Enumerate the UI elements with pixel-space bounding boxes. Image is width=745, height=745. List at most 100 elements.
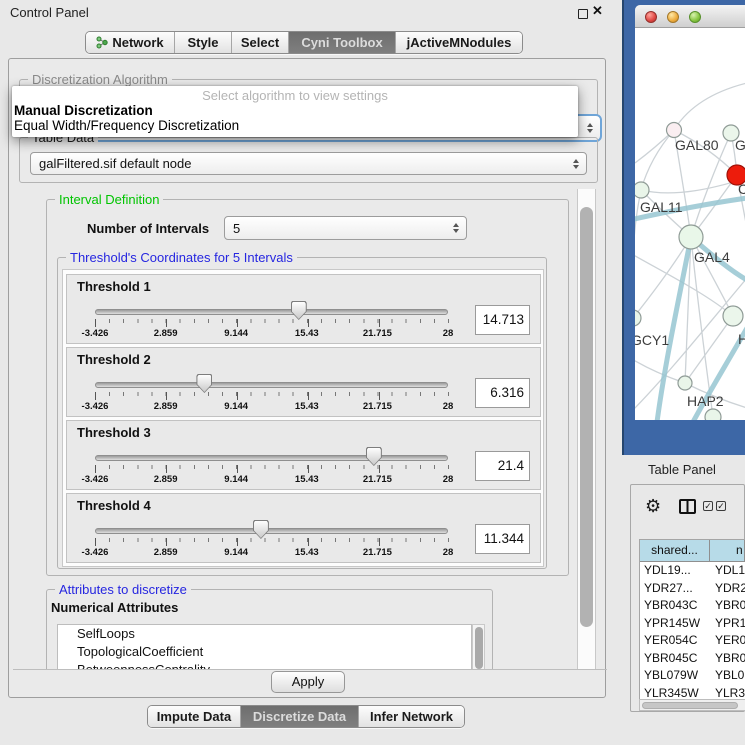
threshold-slider[interactable]: -3.4262.8599.14415.4321.71528: [95, 373, 448, 415]
tick-label: 9.144: [224, 474, 248, 485]
float-window-icon[interactable]: [578, 9, 588, 19]
table-row[interactable]: YER054CYER0: [640, 632, 745, 650]
checkbox-icon[interactable]: ✓: [716, 501, 726, 511]
table-data-combo[interactable]: galFiltered.sif default node: [30, 152, 587, 175]
threshold-label: Threshold 4: [77, 498, 151, 513]
slider-track[interactable]: [95, 382, 448, 388]
slider-track[interactable]: [95, 455, 448, 461]
network-node[interactable]: [705, 409, 721, 420]
mac-close-icon[interactable]: [645, 11, 657, 23]
column-layout-icon[interactable]: [679, 499, 696, 514]
tab-select[interactable]: Select: [231, 32, 288, 53]
settings-scrollbar[interactable]: [577, 189, 596, 670]
scrollbar-thumb[interactable]: [642, 702, 738, 709]
network-node-hap2[interactable]: [678, 376, 692, 390]
tab-impute-data[interactable]: Impute Data: [148, 706, 240, 727]
table-cell[interactable]: YBR043C: [640, 597, 710, 615]
column-header-name[interactable]: n: [710, 540, 745, 561]
mac-zoom-icon[interactable]: [689, 11, 701, 23]
slider-handle[interactable]: [366, 447, 382, 466]
network-node-gal4[interactable]: [679, 225, 703, 249]
table-row[interactable]: YPR145WYPR1: [640, 615, 745, 633]
attributes-group: Attributes to discretize Numerical Attri…: [46, 589, 493, 670]
column-header-shared-name[interactable]: shared...: [640, 540, 710, 561]
table-cell[interactable]: YBR0: [710, 597, 745, 615]
attributes-list-scrollbar[interactable]: [472, 624, 485, 670]
number-of-intervals-label: Number of Intervals: [87, 221, 209, 236]
slider-track[interactable]: [95, 528, 448, 534]
gear-icon[interactable]: ⚙: [645, 497, 661, 515]
network-edge: [674, 83, 745, 130]
slider-tick-labels: -3.4262.8599.14415.4321.71528: [95, 328, 448, 339]
attribute-item[interactable]: TopologicalCoefficient: [58, 643, 471, 661]
table-cell[interactable]: YDL19...: [640, 562, 710, 580]
tab-jactivemnodules[interactable]: jActiveMNodules: [395, 32, 522, 53]
number-of-intervals-combo[interactable]: 5: [224, 216, 467, 240]
slider-handle[interactable]: [291, 301, 307, 320]
table-cell[interactable]: YER0: [710, 632, 745, 650]
combo-arrows-icon: [453, 223, 459, 233]
combo-arrows-icon: [573, 159, 579, 169]
table-cell[interactable]: YPR145W: [640, 615, 710, 633]
network-canvas[interactable]: GAL80GALCGAL11GAL4GCY1HHAP2: [635, 28, 745, 420]
table-cell[interactable]: YDR2: [710, 580, 745, 598]
network-node-gcy1[interactable]: [635, 310, 641, 326]
table-panel: ⚙ ✓ ✓ shared... n YDL19...YDL1YDR27...YD…: [630, 484, 745, 712]
threshold-value-field[interactable]: 6.316: [475, 378, 530, 408]
tab-style[interactable]: Style: [174, 32, 231, 53]
network-node-label: C: [738, 181, 745, 197]
tab-infer-network[interactable]: Infer Network: [358, 706, 464, 727]
table-cell[interactable]: YBL0: [710, 667, 745, 685]
table-horizontal-scrollbar[interactable]: [639, 699, 745, 711]
threshold-value-field[interactable]: 11.344: [475, 524, 530, 554]
threshold-slider[interactable]: -3.4262.8599.14415.4321.71528: [95, 446, 448, 488]
table-row[interactable]: YDR27...YDR2: [640, 580, 745, 598]
tab-network[interactable]: Network: [86, 32, 174, 53]
table-row[interactable]: YDL19...YDL1: [640, 562, 745, 580]
mac-minimize-icon[interactable]: [667, 11, 679, 23]
network-node-gal80[interactable]: [667, 123, 682, 138]
table-cell[interactable]: YBR045C: [640, 650, 710, 668]
slider-handle[interactable]: [196, 374, 212, 393]
table-cell[interactable]: YDL1: [710, 562, 745, 580]
slider-track[interactable]: [95, 309, 448, 315]
threshold-value-field[interactable]: 21.4: [475, 451, 530, 481]
tab-cyni-toolbox[interactable]: Cyni Toolbox: [288, 32, 395, 53]
close-icon[interactable]: ✕: [592, 3, 603, 19]
apply-button[interactable]: Apply: [271, 671, 345, 693]
attribute-item[interactable]: BetweennessCentrality: [58, 661, 471, 670]
interval-definition-group-title: Interval Definition: [55, 192, 163, 207]
table-cell[interactable]: YDR27...: [640, 580, 710, 598]
attribute-item[interactable]: SelfLoops: [58, 625, 471, 643]
scrollbar-thumb[interactable]: [475, 627, 483, 669]
threshold-slider[interactable]: -3.4262.8599.14415.4321.71528: [95, 519, 448, 561]
threshold-slider[interactable]: -3.4262.8599.14415.4321.71528: [95, 300, 448, 342]
slider-handle[interactable]: [253, 520, 269, 539]
threshold-panel: Threshold 2 -3.4262.8599.14415.4321.7152…: [66, 347, 541, 417]
table-cell[interactable]: YPR1: [710, 615, 745, 633]
table-row[interactable]: YBL079WYBL0: [640, 667, 745, 685]
checkbox-icon[interactable]: ✓: [703, 501, 713, 511]
network-edge: [685, 316, 733, 383]
tick-label: -3.426: [82, 547, 109, 558]
network-node-gal11[interactable]: [635, 182, 649, 198]
table-rows: YDL19...YDL1YDR27...YDR2YBR043CYBR0YPR14…: [640, 562, 745, 699]
table-row[interactable]: YLR345WYLR3: [640, 685, 745, 700]
table-row[interactable]: YBR043CYBR0: [640, 597, 745, 615]
table-cell[interactable]: YBR0: [710, 650, 745, 668]
table-row[interactable]: YBR045CYBR0: [640, 650, 745, 668]
network-window-titlebar[interactable]: [635, 5, 745, 28]
table-cell[interactable]: YLR345W: [640, 685, 710, 700]
network-icon: [96, 36, 108, 49]
table-cell[interactable]: YER054C: [640, 632, 710, 650]
table-cell[interactable]: YLR3: [710, 685, 745, 700]
table-cell[interactable]: YBL079W: [640, 667, 710, 685]
threshold-value-field[interactable]: 14.713: [475, 305, 530, 335]
scrollbar-thumb[interactable]: [580, 207, 593, 627]
algorithm-hint-item[interactable]: Select algorithm to view settings: [12, 88, 578, 103]
combo-arrows-icon: [587, 123, 593, 133]
network-node-h[interactable]: [723, 306, 743, 326]
tab-discretize-data[interactable]: Discretize Data: [240, 706, 358, 727]
algorithm-option-manual[interactable]: Manual Discretization: [14, 103, 153, 118]
algorithm-option-equal-width[interactable]: Equal Width/Frequency Discretization: [14, 118, 239, 133]
